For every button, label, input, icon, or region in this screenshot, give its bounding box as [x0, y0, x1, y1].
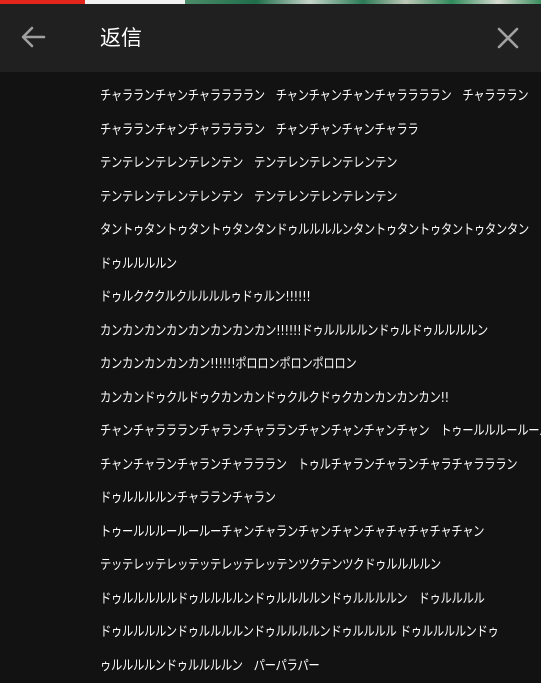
reply-line: ドゥルルルルン [100, 248, 461, 282]
reply-text: チャラランチャンチャララララン チャンチャンチャンチャララララン チャラララン … [100, 80, 530, 683]
reply-line: ドゥルルルルンチャラランチャラン [100, 482, 461, 516]
arrow-left-icon [20, 24, 46, 50]
reply-line: カンカンドゥクルドゥクカンカンドゥクルクドゥクカンカンカンカン!! [100, 382, 461, 416]
reply-line: タントゥタントゥタントゥタンタンドゥルルルルンタントゥタントゥタントゥタンタン [100, 214, 461, 248]
close-icon [497, 27, 519, 49]
reply-line: トゥールルルールールーチャンチャランチャンチャンチャチャチャチャチャン [100, 516, 461, 550]
page-title: 返信 [100, 24, 142, 52]
reply-line: テンテレンテレンテレンテン テンテレンテレンテレンテン [100, 147, 461, 181]
reply-line: ドゥルクククルクルルルルゥドゥルン!!!!!! [100, 281, 461, 315]
close-button[interactable] [492, 22, 524, 54]
reply-line: ドゥルルルルルドゥルルルルンドゥルルルルンドゥルルルルン ドゥルルルル [100, 583, 461, 617]
reply-line: チャラランチャンチャララララン チャンチャンチャンチャララ [100, 114, 461, 148]
reply-header: 返信 [0, 4, 541, 72]
reply-line: ゥルルルルンドゥルルルルン パーパラパー [100, 650, 461, 683]
reply-line: テッテレッテレッテッテレッテレッテンツクテンツクドゥルルルルン [100, 549, 461, 583]
reply-line: カンカンカンカンカン!!!!!!ポロロンポロンポロロン [100, 348, 461, 382]
reply-line: チャンチャララランチャランチャラランチャンチャンチャンチャン トゥールルルールー… [100, 415, 461, 449]
reply-line: テンテレンテレンテレンテン テンテレンテレンテレンテン [100, 181, 461, 215]
reply-content[interactable]: チャラランチャンチャララララン チャンチャンチャンチャララララン チャラララン … [0, 72, 541, 680]
reply-line: チャラランチャンチャララララン チャンチャンチャンチャララララン チャラララン [100, 80, 461, 114]
reply-line: チャンチャランチャランチャラララン トゥルチャランチャランチャラチャラララン [100, 449, 461, 483]
reply-line: ドゥルルルルンドゥルルルルンドゥルルルルンドゥルルルル ドゥルルルルンドゥ [100, 616, 461, 650]
back-button[interactable] [16, 20, 50, 54]
reply-line: カンカンカンカンカンカンカンカン!!!!!!ドゥルルルルンドゥルドゥルルルルン [100, 315, 461, 349]
